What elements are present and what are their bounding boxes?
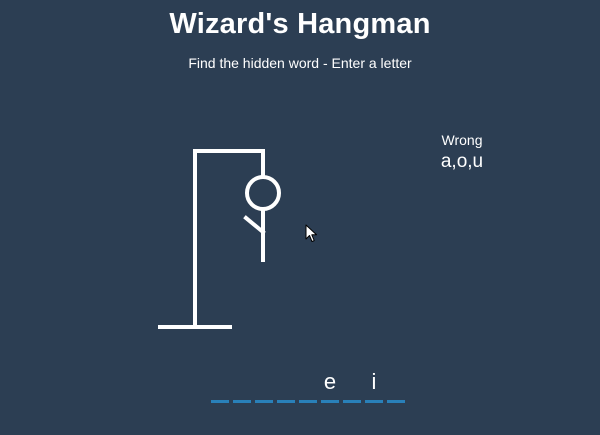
slot-underline — [365, 400, 383, 403]
slot-underline — [277, 400, 295, 403]
slot-underline — [255, 400, 273, 403]
slot-letter: e — [323, 369, 337, 394]
wrong-guesses-panel: Wrong a,o,u — [420, 132, 504, 173]
slot-letter: i — [371, 369, 377, 394]
letter-slot — [233, 368, 251, 404]
letter-slot — [343, 368, 361, 404]
wrong-guesses-label: Wrong — [441, 132, 483, 148]
slot-underline — [321, 400, 339, 403]
letter-slot — [299, 368, 317, 404]
letter-slot — [387, 368, 405, 404]
hidden-word: e i — [211, 368, 409, 404]
letter-slot — [211, 368, 229, 404]
hangman-left-arm — [243, 215, 266, 235]
slot-underline — [343, 400, 361, 403]
slot-underline — [387, 400, 405, 403]
slot-underline — [233, 400, 251, 403]
mouse-pointer-icon — [305, 224, 317, 242]
letter-slot: i — [365, 368, 383, 404]
letter-slot — [277, 368, 295, 404]
letter-slot: e — [321, 368, 339, 404]
letter-slot — [255, 368, 273, 404]
wrong-guesses-letters: a,o,u — [440, 151, 484, 172]
slot-underline — [211, 400, 229, 403]
hangman-head — [245, 175, 281, 211]
slot-underline — [299, 400, 317, 403]
